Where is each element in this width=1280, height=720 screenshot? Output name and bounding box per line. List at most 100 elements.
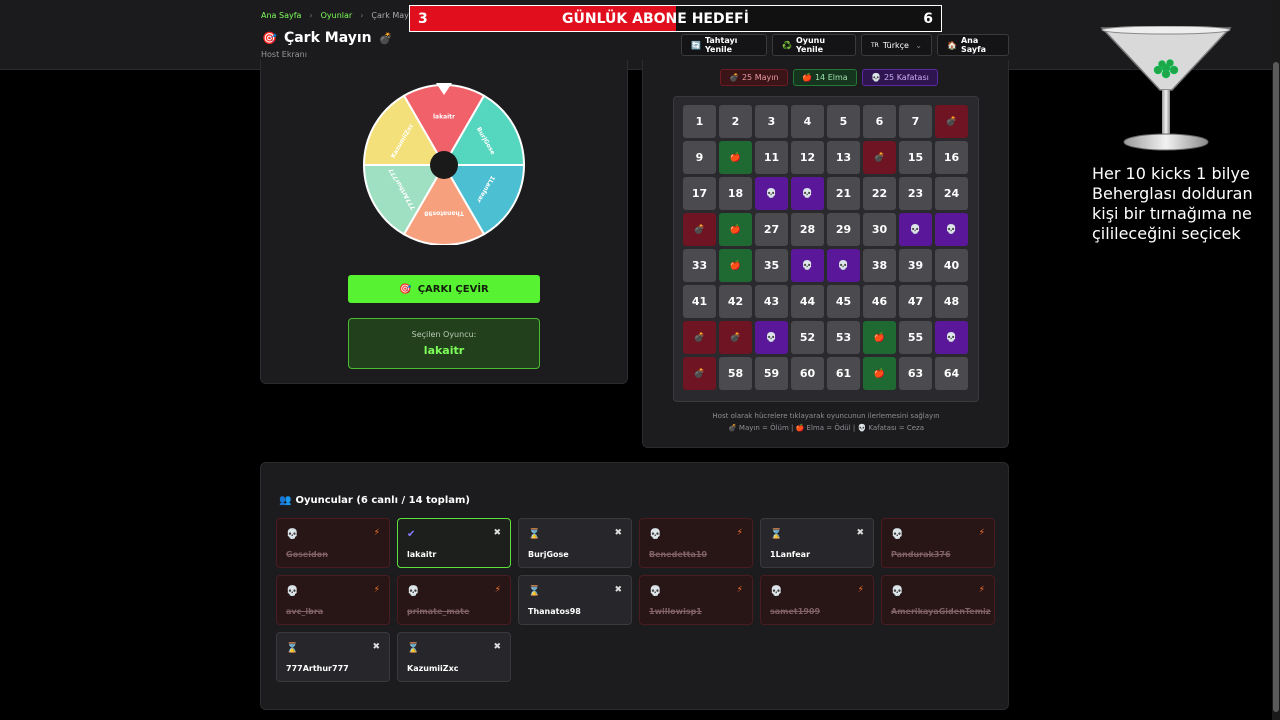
player-card[interactable]: 💀 ⚡ 1willowisp1 xyxy=(639,575,753,625)
lightning-icon[interactable]: ⚡ xyxy=(737,528,743,538)
player-card[interactable]: ⌛ ✖ KazumiiZxc xyxy=(397,632,511,682)
board-cell[interactable]: 5 xyxy=(827,105,860,138)
board-cell-apple[interactable]: 🍎 xyxy=(719,213,752,246)
board-cell[interactable]: 41 xyxy=(683,285,716,318)
lightning-icon[interactable]: ⚡ xyxy=(374,585,380,595)
scrollbar-thumb[interactable] xyxy=(1273,62,1279,712)
board-cell[interactable]: 18 xyxy=(719,177,752,210)
board-cell-mine[interactable]: 💣 xyxy=(863,141,896,174)
board-cell[interactable]: 44 xyxy=(791,285,824,318)
board-cell-skull[interactable]: 💀 xyxy=(899,213,932,246)
board-cell[interactable]: 60 xyxy=(791,357,824,390)
board-cell[interactable]: 12 xyxy=(791,141,824,174)
board-cell[interactable]: 7 xyxy=(899,105,932,138)
lightning-icon[interactable]: ⚡ xyxy=(737,585,743,595)
spin-wheel-button[interactable]: 🎯 ÇARKI ÇEVİR xyxy=(348,275,540,303)
player-card[interactable]: ⌛ ✖ Thanatos98 xyxy=(518,575,632,625)
board-cell[interactable]: 47 xyxy=(899,285,932,318)
board-cell[interactable]: 28 xyxy=(791,213,824,246)
lightning-icon[interactable]: ⚡ xyxy=(979,585,985,595)
breadcrumb-home[interactable]: Ana Sayfa xyxy=(261,11,301,20)
lightning-icon[interactable]: ⚡ xyxy=(374,528,380,538)
board-cell[interactable]: 35 xyxy=(755,249,788,282)
board-cell[interactable]: 43 xyxy=(755,285,788,318)
board-cell[interactable]: 61 xyxy=(827,357,860,390)
board-cell[interactable]: 48 xyxy=(935,285,968,318)
board-cell[interactable]: 52 xyxy=(791,321,824,354)
board-cell-apple[interactable]: 🍎 xyxy=(719,249,752,282)
player-card[interactable]: ⌛ ✖ BurjGose xyxy=(518,518,632,568)
board-cell[interactable]: 55 xyxy=(899,321,932,354)
player-card[interactable]: 💀 ⚡ Pandurak376 xyxy=(881,518,995,568)
breadcrumb-games[interactable]: Oyunlar xyxy=(321,11,353,20)
board-cell[interactable]: 33 xyxy=(683,249,716,282)
board-cell[interactable]: 22 xyxy=(863,177,896,210)
lightning-icon[interactable]: ⚡ xyxy=(858,585,864,595)
board-cell[interactable]: 64 xyxy=(935,357,968,390)
board-cell[interactable]: 11 xyxy=(755,141,788,174)
board-cell[interactable]: 13 xyxy=(827,141,860,174)
board-cell[interactable]: 27 xyxy=(755,213,788,246)
board-cell[interactable]: 42 xyxy=(719,285,752,318)
board-cell[interactable]: 59 xyxy=(755,357,788,390)
eliminate-icon[interactable]: ✖ xyxy=(493,642,501,652)
board-cell[interactable]: 15 xyxy=(899,141,932,174)
spin-wheel[interactable]: lakaitr BurjGose 1Lanfear Thanatos98 777Arth… xyxy=(351,83,537,246)
eliminate-icon[interactable]: ✖ xyxy=(372,642,380,652)
refresh-board-button[interactable]: 🔄 Tahtayı Yenile xyxy=(681,34,767,56)
player-card[interactable]: 💀 ⚡ primate_mate xyxy=(397,575,511,625)
board-cell-mine[interactable]: 💣 xyxy=(683,321,716,354)
player-card[interactable]: ✔ ✖ lakaitr xyxy=(397,518,511,568)
language-select[interactable]: TR Türkçe ⌄ xyxy=(861,34,932,56)
board-cell[interactable]: 29 xyxy=(827,213,860,246)
lightning-icon[interactable]: ⚡ xyxy=(979,528,985,538)
board-cell[interactable]: 46 xyxy=(863,285,896,318)
player-card[interactable]: 💀 ⚡ Goseidon xyxy=(276,518,390,568)
board-cell[interactable]: 38 xyxy=(863,249,896,282)
board-cell-skull[interactable]: 💀 xyxy=(791,177,824,210)
board-cell-skull[interactable]: 💀 xyxy=(935,321,968,354)
player-card[interactable]: 💀 ⚡ avc_ibra xyxy=(276,575,390,625)
board-cell[interactable]: 53 xyxy=(827,321,860,354)
player-card[interactable]: 💀 ⚡ AmerikayaGidenTemizli... xyxy=(881,575,995,625)
refresh-game-button[interactable]: ♻️ Oyunu Yenile xyxy=(772,34,856,56)
board-cell[interactable]: 16 xyxy=(935,141,968,174)
board-cell-skull[interactable]: 💀 xyxy=(755,321,788,354)
board-cell[interactable]: 39 xyxy=(899,249,932,282)
board-cell[interactable]: 63 xyxy=(899,357,932,390)
board-cell[interactable]: 2 xyxy=(719,105,752,138)
player-card[interactable]: 💀 ⚡ samet1909 xyxy=(760,575,874,625)
board-cell-skull[interactable]: 💀 xyxy=(935,213,968,246)
board-cell-skull[interactable]: 💀 xyxy=(827,249,860,282)
board-cell[interactable]: 24 xyxy=(935,177,968,210)
board-cell-mine[interactable]: 💣 xyxy=(683,213,716,246)
board-cell-apple[interactable]: 🍎 xyxy=(863,321,896,354)
eliminate-icon[interactable]: ✖ xyxy=(493,528,501,538)
board-cell-mine[interactable]: 💣 xyxy=(719,321,752,354)
home-button[interactable]: 🏠 Ana Sayfa xyxy=(937,34,1009,56)
board-cell-skull[interactable]: 💀 xyxy=(755,177,788,210)
board-cell[interactable]: 21 xyxy=(827,177,860,210)
board-cell-apple[interactable]: 🍎 xyxy=(863,357,896,390)
board-cell[interactable]: 1 xyxy=(683,105,716,138)
board-cell[interactable]: 58 xyxy=(719,357,752,390)
eliminate-icon[interactable]: ✖ xyxy=(614,585,622,595)
board-cell[interactable]: 23 xyxy=(899,177,932,210)
board-cell[interactable]: 45 xyxy=(827,285,860,318)
board-cell[interactable]: 4 xyxy=(791,105,824,138)
lightning-icon[interactable]: ⚡ xyxy=(495,585,501,595)
board-cell-mine[interactable]: 💣 xyxy=(935,105,968,138)
board-cell[interactable]: 9 xyxy=(683,141,716,174)
board-cell-skull[interactable]: 💀 xyxy=(791,249,824,282)
eliminate-icon[interactable]: ✖ xyxy=(614,528,622,538)
player-card[interactable]: 💀 ⚡ Benedetta10 xyxy=(639,518,753,568)
board-cell-mine[interactable]: 💣 xyxy=(683,357,716,390)
eliminate-icon[interactable]: ✖ xyxy=(856,528,864,538)
page-scrollbar[interactable] xyxy=(1272,0,1280,720)
player-card[interactable]: ⌛ ✖ 777Arthur777 xyxy=(276,632,390,682)
board-cell[interactable]: 40 xyxy=(935,249,968,282)
board-cell[interactable]: 3 xyxy=(755,105,788,138)
board-cell[interactable]: 6 xyxy=(863,105,896,138)
player-card[interactable]: ⌛ ✖ 1Lanfear xyxy=(760,518,874,568)
board-cell[interactable]: 17 xyxy=(683,177,716,210)
